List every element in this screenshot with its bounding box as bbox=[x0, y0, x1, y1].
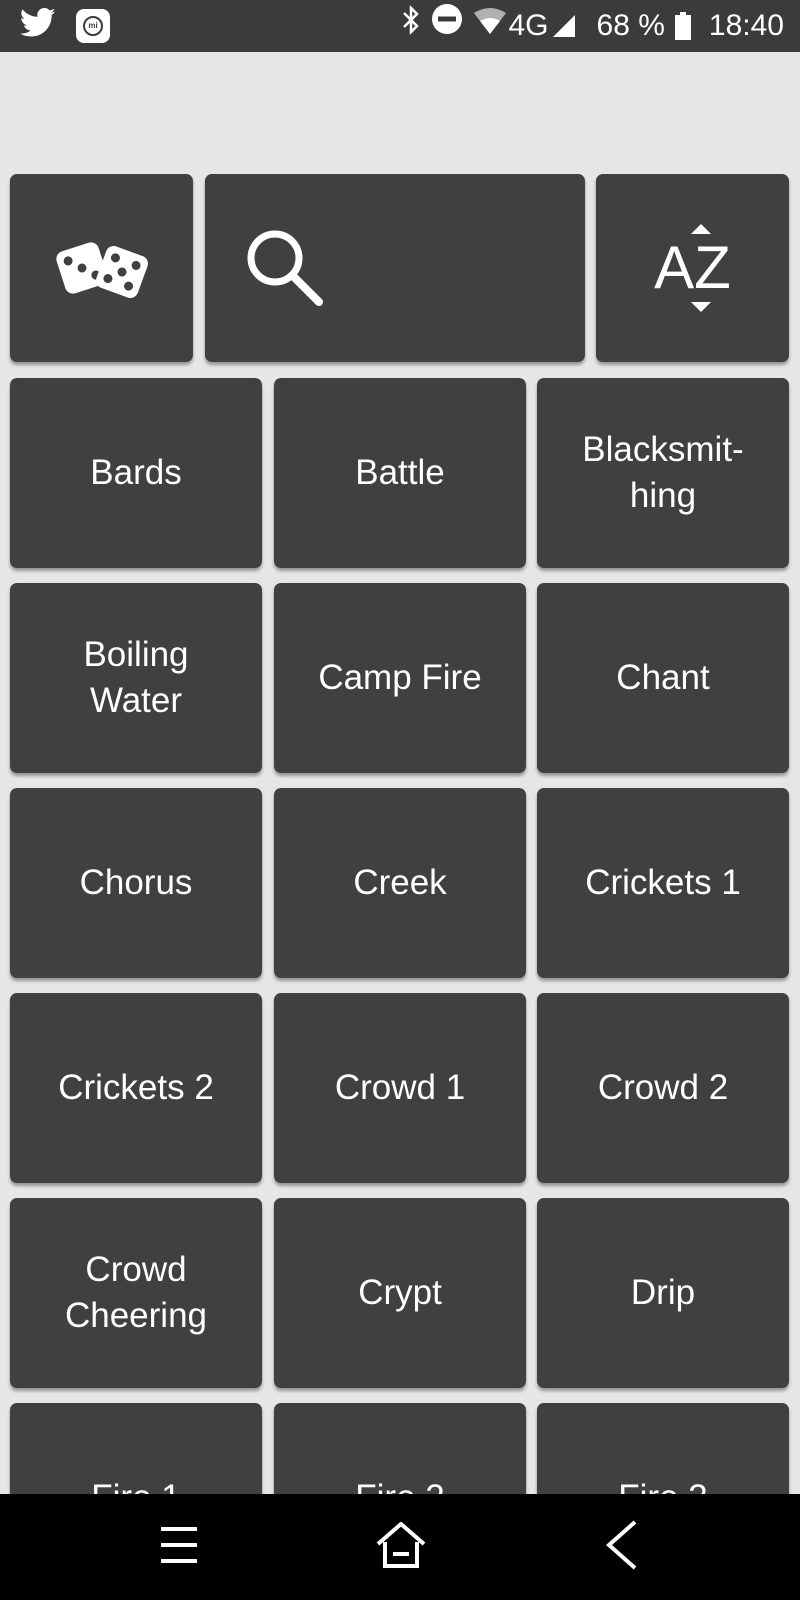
do-not-disturb-icon bbox=[431, 0, 463, 52]
sound-tile-label: Boiling Water bbox=[83, 635, 189, 720]
sort-az-icon: AZ bbox=[645, 220, 741, 316]
sound-tile[interactable]: Chant bbox=[537, 583, 789, 773]
battery-percent: 68 % bbox=[596, 9, 665, 42]
network-type: 4G bbox=[508, 9, 549, 42]
sound-tile-label: Crowd 1 bbox=[334, 1068, 466, 1107]
sound-tile-label: Crickets 1 bbox=[585, 863, 741, 902]
sound-tile[interactable]: Chorus bbox=[10, 788, 262, 978]
home-button[interactable] bbox=[366, 1512, 436, 1582]
sound-tile[interactable]: Boiling Water bbox=[10, 583, 262, 773]
sound-tile[interactable]: Crowd 1 bbox=[274, 993, 526, 1183]
twitter-icon bbox=[20, 8, 56, 43]
back-button[interactable] bbox=[586, 1512, 656, 1582]
search-button[interactable] bbox=[205, 174, 585, 362]
navigation-bar bbox=[0, 1494, 800, 1600]
clock: 18:40 bbox=[708, 9, 784, 42]
sound-tile-label: Crypt bbox=[358, 1273, 442, 1312]
signal-icon bbox=[552, 15, 575, 37]
wifi-icon bbox=[473, 0, 507, 52]
battery-icon bbox=[674, 12, 691, 40]
sound-tile[interactable]: Crowd 2 bbox=[537, 993, 789, 1183]
random-button[interactable] bbox=[10, 174, 193, 362]
status-bar: mi 4G 68 % 18:40 bbox=[0, 0, 800, 52]
sound-tile-label: Crickets 2 bbox=[58, 1068, 214, 1107]
sound-tile[interactable]: Bards bbox=[10, 378, 262, 568]
sound-tile[interactable]: Crowd Cheering bbox=[10, 1198, 262, 1388]
back-icon bbox=[599, 1518, 643, 1577]
sound-tile-label: Bards bbox=[90, 453, 182, 492]
sound-tile-label: Drip bbox=[630, 1273, 696, 1312]
sound-tile[interactable]: Blacksmit- hing bbox=[537, 378, 789, 568]
mi-icon: mi bbox=[76, 8, 110, 43]
status-bar-right: 4G 68 % 18:40 bbox=[401, 0, 784, 52]
recents-button[interactable] bbox=[144, 1512, 214, 1582]
sound-tile-label: Crowd Cheering bbox=[64, 1250, 208, 1335]
sort-az-text: AZ bbox=[654, 234, 731, 301]
sound-tile-label: Crowd 2 bbox=[597, 1068, 729, 1107]
sound-tile[interactable]: Drip bbox=[537, 1198, 789, 1388]
bluetooth-icon bbox=[401, 0, 421, 52]
sound-tile-label: Chant bbox=[616, 658, 710, 697]
sound-tile-label: Battle bbox=[355, 453, 445, 492]
sound-tile[interactable]: Camp Fire bbox=[274, 583, 526, 773]
sound-tile[interactable]: Crickets 2 bbox=[10, 993, 262, 1183]
sound-tile[interactable]: Crypt bbox=[274, 1198, 526, 1388]
sound-tile-label: Blacksmit- hing bbox=[582, 430, 744, 515]
status-bar-left: mi bbox=[20, 8, 110, 43]
home-icon bbox=[373, 1520, 429, 1575]
sound-tile-label: Creek bbox=[353, 863, 447, 902]
sound-tile-label: Camp Fire bbox=[318, 658, 482, 697]
sort-button[interactable]: AZ bbox=[596, 174, 789, 362]
sound-tile-label: Chorus bbox=[79, 863, 193, 902]
sound-tile[interactable]: Crickets 1 bbox=[537, 788, 789, 978]
recents-menu-icon bbox=[155, 1523, 203, 1572]
sound-tile[interactable]: Creek bbox=[274, 788, 526, 978]
dice-icon bbox=[54, 230, 150, 306]
search-icon bbox=[243, 226, 327, 310]
sound-tile[interactable]: Battle bbox=[274, 378, 526, 568]
